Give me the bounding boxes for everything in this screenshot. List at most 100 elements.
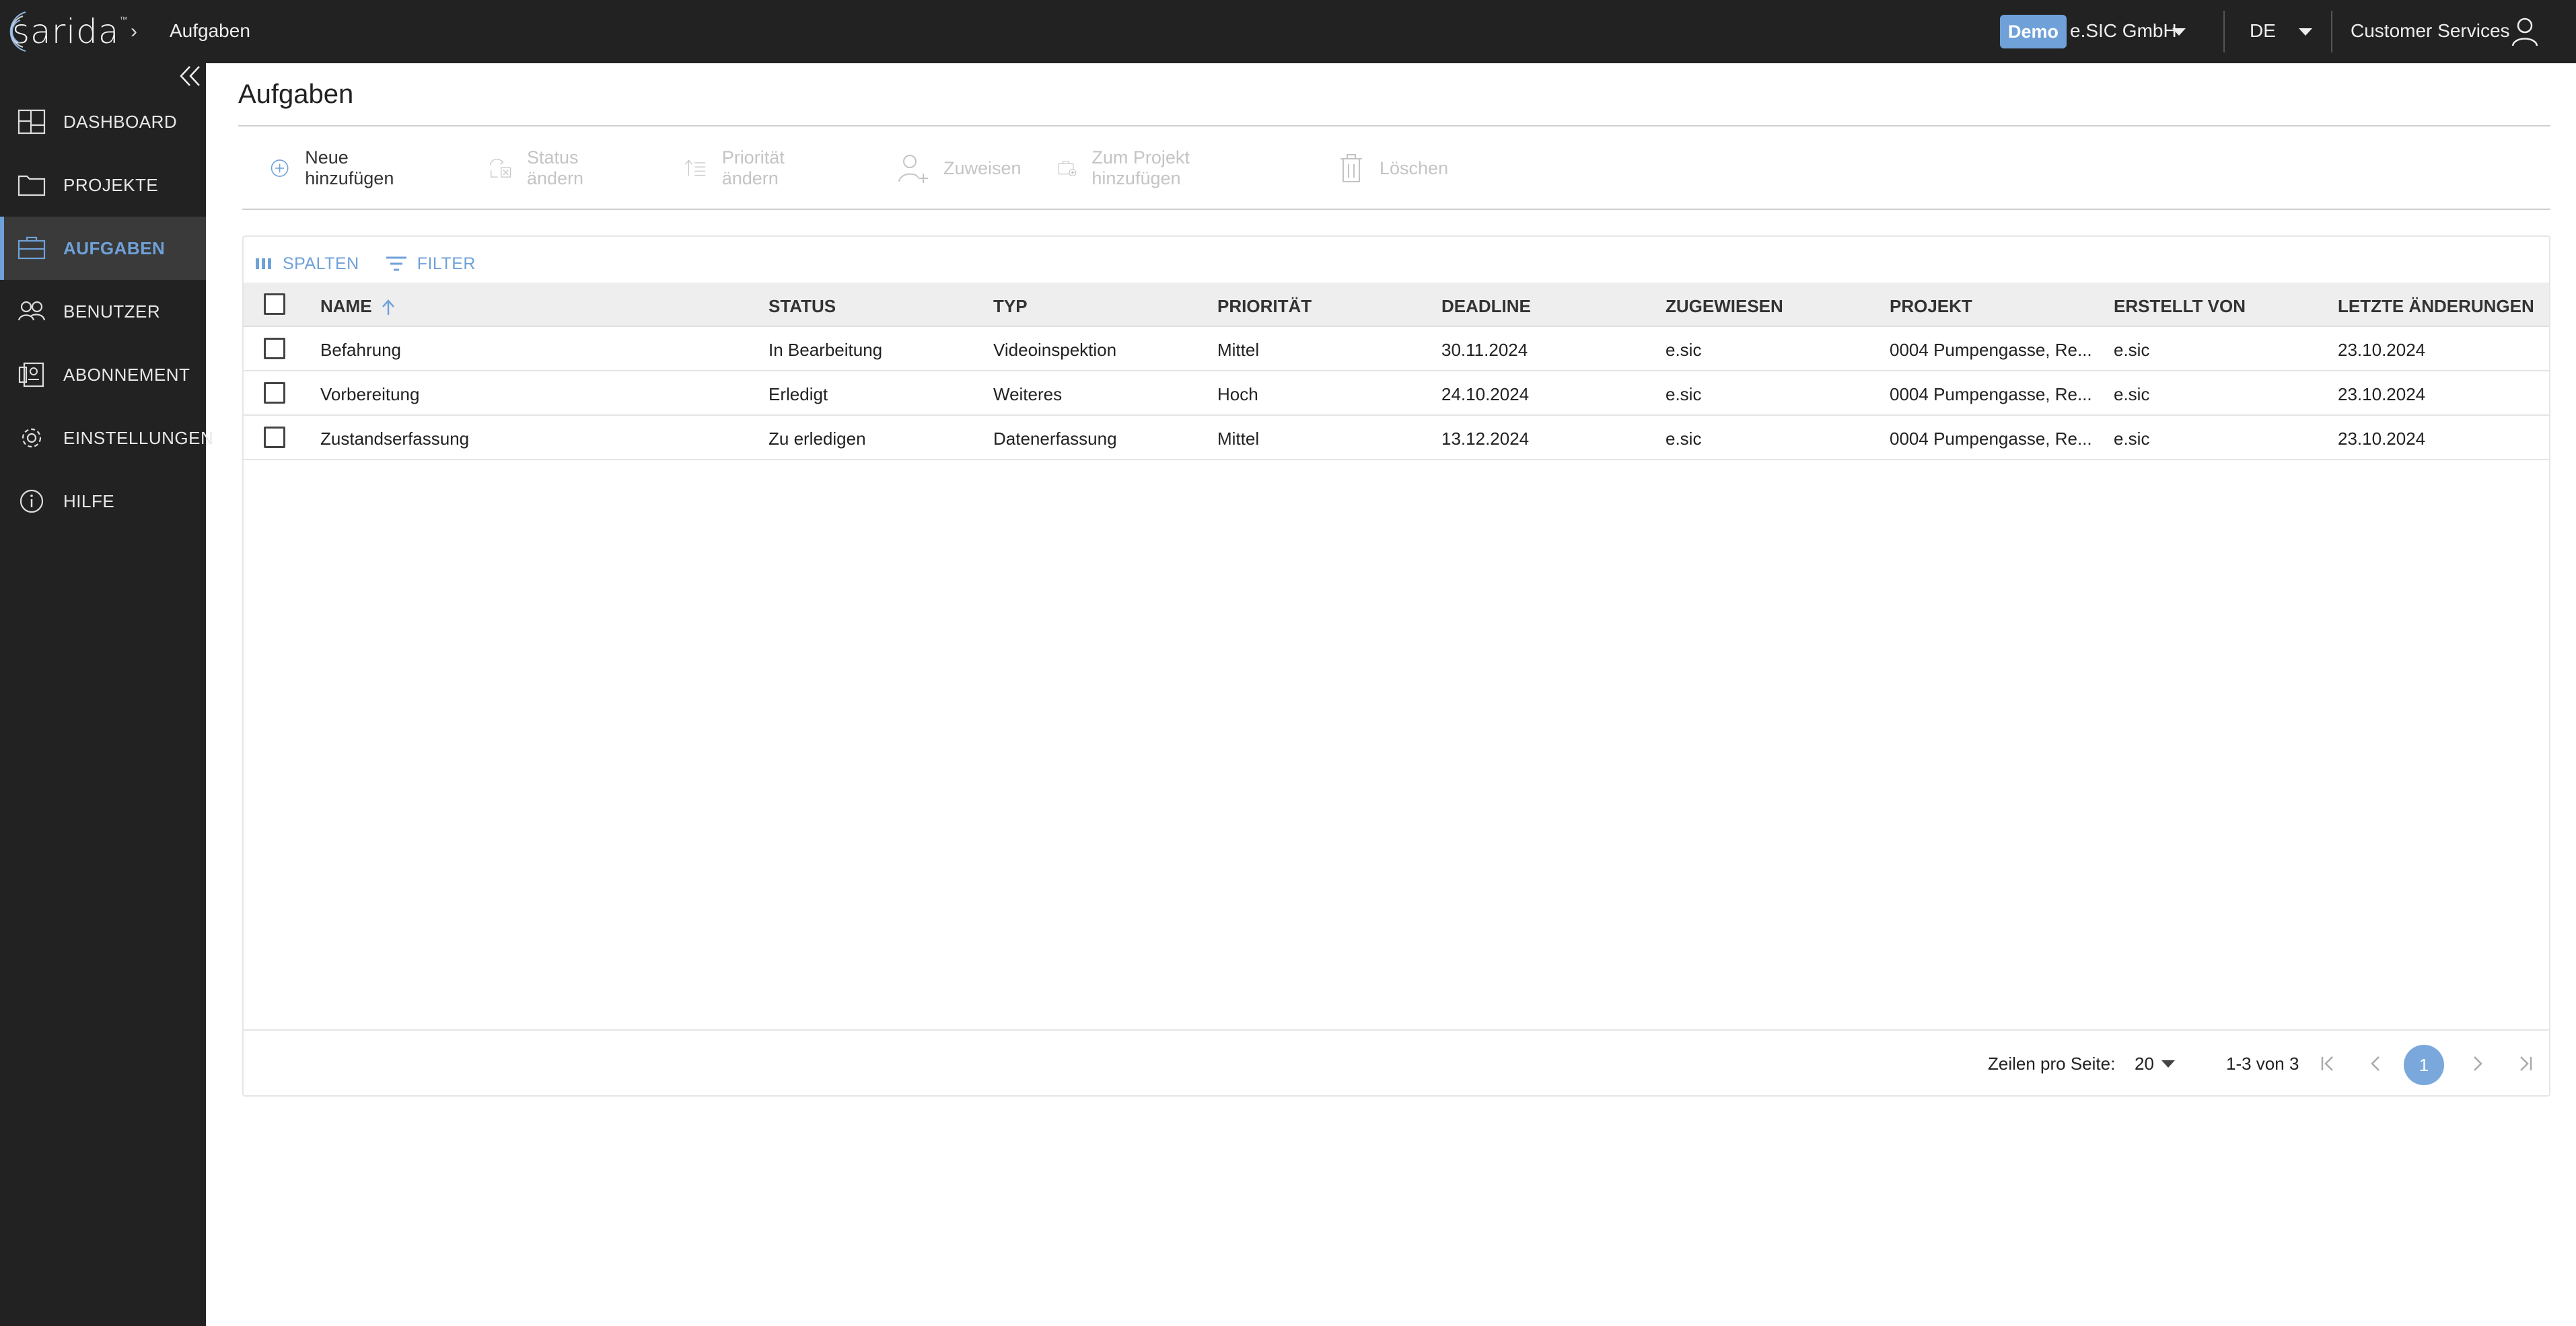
cell-prioritaet: Mittel (1217, 429, 1260, 449)
sarida-logo[interactable]: sarida ™ (3, 9, 128, 54)
topbar-divider (2331, 11, 2332, 52)
cell-name: Zustandserfassung (320, 429, 470, 449)
title-divider (238, 125, 2550, 126)
grid-toolbar: SPALTEN FILTER (254, 250, 501, 277)
column-header-prioritaet[interactable]: PRIORITÄT (1217, 296, 1312, 317)
delete-button[interactable]: Löschen (1338, 148, 1448, 188)
dashboard-icon (17, 109, 46, 135)
cell-deadline: 24.10.2024 (1441, 384, 1530, 404)
assign-label: Zuweisen (943, 157, 1022, 178)
column-header-zugewiesen[interactable]: ZUGEWIESEN (1666, 296, 1783, 317)
last-page-icon (2520, 1056, 2532, 1071)
cell-projekt: 0004 Pumpengasse, Re... (1890, 429, 2092, 449)
sidebar-item-label: EINSTELLUNGEN (63, 428, 214, 448)
row-checkbox[interactable] (264, 382, 285, 404)
cell-prioritaet: Mittel (1217, 340, 1260, 360)
chevron-left-icon (2371, 1056, 2380, 1071)
next-page-button[interactable] (2462, 1048, 2493, 1079)
filter-button[interactable]: FILTER (385, 254, 476, 274)
last-page-button[interactable] (2510, 1048, 2541, 1079)
cell-projekt: 0004 Pumpengasse, Re... (1890, 340, 2092, 360)
assign-user-icon (898, 155, 928, 183)
add-task-button[interactable]: Neue hinzufügen (269, 147, 402, 188)
cell-deadline: 30.11.2024 (1441, 340, 1528, 360)
tasks-grid: SPALTEN FILTER NAME STATUS TYP PRIORITÄT… (242, 235, 2550, 1097)
rows-per-page-select[interactable]: 20 (2135, 1054, 2154, 1074)
sort-ascending-icon[interactable] (380, 299, 396, 316)
page-button-current[interactable]: 1 (2404, 1045, 2444, 1085)
language-dropdown-caret-icon[interactable] (2299, 28, 2312, 36)
sidebar: DASHBOARD PROJEKTE AUFGABEN BENUTZER ABO… (0, 63, 213, 1326)
info-icon (20, 489, 44, 513)
sidebar-item-projekte[interactable]: PROJEKTE (0, 153, 206, 217)
sidebar-item-label: DASHBOARD (63, 112, 178, 132)
logo-trademark: ™ (119, 15, 128, 24)
cell-deadline: 13.12.2024 (1441, 429, 1530, 449)
page-title: Aufgaben (238, 79, 354, 109)
columns-button[interactable]: SPALTEN (254, 254, 359, 274)
column-header-deadline[interactable]: DEADLINE (1441, 296, 1531, 317)
filter-icon (386, 256, 406, 271)
rows-per-page-caret-icon[interactable] (2161, 1060, 2175, 1068)
demo-badge: Demo (2000, 15, 2067, 48)
user-name[interactable]: Customer Services (2351, 20, 2510, 42)
change-status-button[interactable]: Status ändern (489, 147, 598, 188)
add-circle-icon (271, 159, 289, 177)
cell-erstellt-von: e.sic (2114, 384, 2150, 404)
tasks-icon (17, 236, 46, 260)
cell-projekt: 0004 Pumpengasse, Re... (1890, 384, 2092, 404)
select-all-checkbox[interactable] (264, 293, 285, 315)
company-selector[interactable]: e.SIC GmbH (2070, 20, 2177, 42)
filter-label: FILTER (417, 254, 476, 273)
column-header-status[interactable]: STATUS (768, 296, 836, 317)
cell-zugewiesen: e.sic (1666, 429, 1702, 449)
cell-letzte-aenderungen: 23.10.2024 (2338, 429, 2426, 449)
table-row[interactable]: Befahrung In Bearbeitung Videoinspektion… (244, 327, 2549, 371)
sidebar-item-dashboard[interactable]: DASHBOARD (0, 90, 206, 153)
column-header-projekt[interactable]: PROJEKT (1890, 296, 1972, 317)
folder-icon (17, 175, 46, 196)
sidebar-item-abonnement[interactable]: ABONNEMENT (0, 343, 206, 406)
chevron-right-icon (2474, 1056, 2482, 1071)
change-priority-label: Priorität ändern (721, 147, 785, 188)
sidebar-item-label: ABONNEMENT (63, 365, 190, 385)
sidebar-item-einstellungen[interactable]: EINSTELLUNGEN (0, 406, 213, 470)
cell-typ: Datenerfassung (993, 429, 1117, 449)
columns-label: SPALTEN (283, 254, 359, 273)
first-page-button[interactable] (2312, 1048, 2343, 1079)
sidebar-item-benutzer[interactable]: BENUTZER (0, 280, 206, 343)
column-header-typ[interactable]: TYP (993, 296, 1028, 317)
cell-zugewiesen: e.sic (1666, 340, 1702, 360)
column-header-name[interactable]: NAME (320, 296, 396, 317)
sidebar-item-label: HILFE (63, 491, 115, 511)
grid-header-row: NAME STATUS TYP PRIORITÄT DEADLINE ZUGEW… (244, 283, 2549, 327)
toolbar-divider (242, 209, 2550, 210)
breadcrumb-current: Aufgaben (170, 20, 250, 41)
grid-pagination: Zeilen pro Seite: 20 1-3 von 3 1 (244, 1029, 2549, 1095)
cell-typ: Weiteres (993, 384, 1063, 404)
column-header-erstellt-von[interactable]: ERSTELLT VON (2114, 296, 2246, 317)
row-checkbox[interactable] (264, 338, 285, 359)
previous-page-button[interactable] (2361, 1048, 2392, 1079)
first-page-icon (2321, 1056, 2333, 1071)
add-to-project-button[interactable]: Zum Projekt hinzufügen (1058, 147, 1196, 188)
collapse-sidebar-icon[interactable] (179, 65, 202, 87)
table-row[interactable]: Vorbereitung Erledigt Weiteres Hoch 24.1… (244, 371, 2549, 416)
sidebar-item-hilfe[interactable]: HILFE (0, 470, 206, 533)
table-row[interactable]: Zustandserfassung Zu erledigen Datenerfa… (244, 416, 2549, 460)
cell-letzte-aenderungen: 23.10.2024 (2338, 340, 2426, 360)
row-checkbox[interactable] (264, 427, 285, 448)
column-header-letzte-aenderungen[interactable]: LETZTE ÄNDERUNGEN (2338, 296, 2534, 317)
change-priority-button[interactable]: Priorität ändern (684, 147, 799, 188)
cell-typ: Videoinspektion (993, 340, 1117, 360)
language-selector[interactable]: DE (2250, 20, 2276, 42)
company-dropdown-caret-icon[interactable] (2172, 28, 2186, 36)
cell-status: Zu erledigen (768, 429, 866, 449)
change-status-label: Status ändern (527, 147, 584, 188)
users-icon (17, 301, 46, 321)
breadcrumb-chevron-icon: › (131, 20, 137, 42)
sidebar-item-aufgaben[interactable]: AUFGABEN (0, 217, 206, 280)
assign-button[interactable]: Zuweisen (896, 148, 1022, 188)
user-icon[interactable] (2510, 16, 2540, 47)
trash-icon (1340, 154, 1362, 182)
